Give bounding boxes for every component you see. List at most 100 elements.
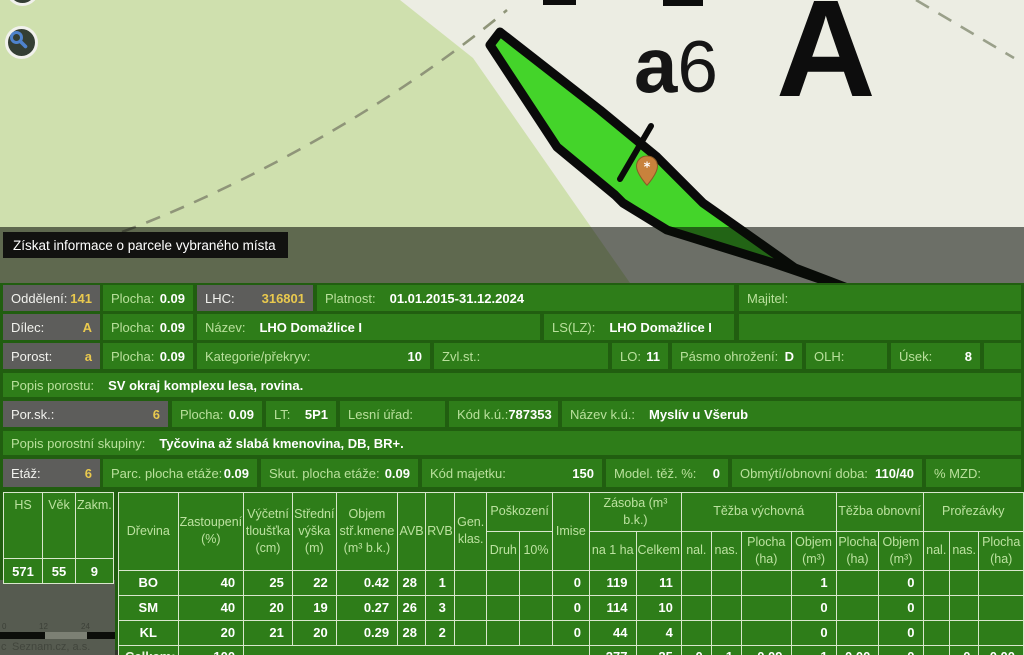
clipped-label-fragment [663,0,703,6]
col-header-hs: HS [4,493,43,559]
table-row: BO4025220.4228101191110 [119,570,1024,595]
field-popis-porostu: Popis porostu:SV okraj komplexu lesa, ro… [3,373,1021,397]
hs-value: 571 [4,559,43,584]
footer-label: Celkem: [119,645,179,655]
col-subheader: Objem (m³) [791,531,836,570]
col-header-zakm: Zakm. [76,493,114,559]
scale-tick: 24 [81,622,90,631]
species-cell: 0.29 [336,620,397,645]
field-label: Lesní úřad: [348,407,413,422]
field-nazev: Název:LHO Domažlice I [197,314,540,340]
species-cell: 0.27 [336,595,397,620]
footer-cell: 0 [681,645,711,655]
field-label: Popis porostní skupiny: [11,436,145,451]
col-subheader: nas. [949,531,978,570]
col-subheader: nal. [923,531,949,570]
footer-cell [923,645,949,655]
species-cell: 21 [244,620,293,645]
field-usek: Úsek: 8 [891,343,980,369]
col-header: Těžba výchovná [681,493,836,532]
species-cell [487,595,520,620]
field-label: Zvl.st.: [442,349,480,364]
field-label: Plocha: [111,320,154,335]
species-cell: 1 [425,570,454,595]
field-value: 8 [965,349,972,364]
species-cell [711,620,741,645]
field-lhc: LHC:316801 [197,285,313,311]
species-cell: 20 [244,595,293,620]
scale-tick: 12 [39,622,48,631]
field-value: 110/40 [875,466,914,481]
col-subheader: Celkem [636,531,681,570]
col-subheader: na 1 ha [589,531,636,570]
species-cell [949,570,978,595]
species-cell: 22 [292,570,336,595]
field-skut-plocha: Skut. plocha etáže: 0.09 [261,459,418,487]
field-olh: OLH: [806,343,887,369]
panel-row-2: Dílec:A Plocha:0.09 Název:LHO Domažlice … [0,314,1024,340]
col-header: Střední výška (m) [292,493,336,571]
field-label: LO: [620,349,641,364]
field-etaz: Etáž:6 [3,459,100,487]
species-cell [923,570,949,595]
map-canvas[interactable]: * a6 A Získat informace o parcele vybran… [0,0,1024,283]
field-empty [984,343,1021,369]
footer-cell: 0.09 [742,645,792,655]
footer-cell: 1 [711,645,741,655]
scale-tick: 0 [2,622,6,631]
zakm-value: 9 [76,559,114,584]
field-zvlst: Zvl.st.: [434,343,608,369]
field-label: Úsek: [899,349,932,364]
table-row: KL2021200.29282044400 [119,620,1024,645]
col-subheader: 10% [520,531,553,570]
species-cell: 114 [589,595,636,620]
species-cell: 26 [398,595,426,620]
species-cell: 40 [178,595,244,620]
species-cell [454,620,487,645]
col-header: Prořezávky [923,493,1023,532]
field-value: LHO Domažlice I [609,320,712,335]
col-subheader: Plocha (ha) [836,531,879,570]
table-row: SM4020190.2726301141000 [119,595,1024,620]
field-pasmo: Pásmo ohrožení:D [672,343,802,369]
species-cell [836,570,879,595]
footer-cell: 277 [589,645,636,655]
map-label-lot: A [776,0,876,118]
field-value: 141 [70,291,92,306]
col-subheader: nas. [711,531,741,570]
field-label: Skut. plocha etáže: [269,466,380,481]
species-cell: 20 [292,620,336,645]
scale-bar-segment [87,632,115,639]
col-subheader: Objem (m³) [879,531,923,570]
field-plocha-1: Plocha:0.09 [103,285,193,311]
field-label: Porost: [11,349,52,364]
map-attribution[interactable]: Seznam.cz, a.s. [12,641,90,653]
field-value: 0.09 [385,466,410,481]
field-lslz: LS(LZ):LHO Domažlice I [544,314,734,340]
search-button[interactable] [5,26,38,59]
field-label: Parc. plocha etáže: [111,466,222,481]
stand-summary-table: HS Věk Zakm. 571 55 9 [3,492,114,584]
field-value: 01.01.2015-31.12.2024 [390,291,524,306]
field-label: Platnost: [325,291,376,306]
col-header: Zásoba (m³ b.k.) [589,493,681,532]
field-value: A [83,320,92,335]
field-value: 11 [646,349,660,364]
panel-row-4: Popis porostu:SV okraj komplexu lesa, ro… [0,373,1024,397]
field-value: Tyčovina až slabá kmenovina, DB, BR+. [159,436,403,451]
field-label: Plocha: [111,349,154,364]
field-label: Kód majetku: [430,466,506,481]
sublot-number: 6 [677,27,718,108]
species-cell [923,595,949,620]
field-label: Majitel: [747,291,788,306]
map-underlay: 0 12 24 c Seznam.cz, a.s. [0,580,115,655]
field-value: 0.09 [224,466,249,481]
sublot-letter: a [634,21,677,109]
footer-cell: 0.00 [979,645,1024,655]
field-label: Por.sk.: [11,407,54,422]
species-cell: 1 [791,570,836,595]
footer-total-share: 100 [178,645,244,655]
field-label: Plocha: [180,407,223,422]
field-value: D [785,349,794,364]
field-parc-plocha: Parc. plocha etáže:0.09 [103,459,257,487]
